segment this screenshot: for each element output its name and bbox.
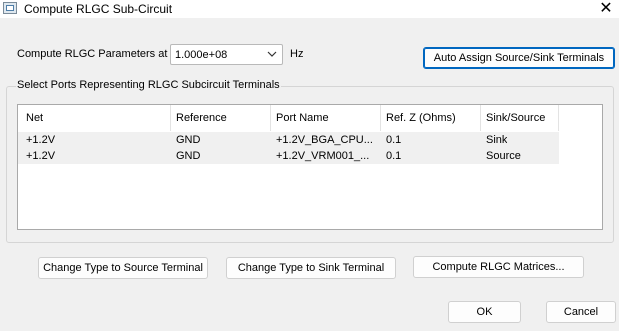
cell-net: +1.2V — [26, 150, 56, 162]
column-divider — [480, 105, 481, 131]
ports-table[interactable]: Net Reference Port Name Ref. Z (Ohms) Si… — [17, 104, 603, 230]
ports-group-title: Select Ports Representing RLGC Subcircui… — [16, 79, 281, 91]
table-row[interactable]: +1.2V GND +1.2V_VRM001_... 0.1 Source — [18, 148, 559, 164]
chevron-down-icon — [267, 51, 277, 57]
cell-port-name: +1.2V_BGA_CPU... — [276, 134, 373, 146]
column-header-reference[interactable]: Reference — [176, 112, 227, 124]
cell-reference: GND — [176, 134, 201, 146]
column-divider — [380, 105, 381, 131]
cell-sink-source: Source — [486, 150, 521, 162]
compute-rlgc-button[interactable]: Compute RLGC Matrices... — [413, 256, 584, 278]
column-header-net[interactable]: Net — [26, 112, 43, 124]
title-bar: Compute RLGC Sub-Circuit ✕ — [0, 0, 619, 18]
column-header-ref-z[interactable]: Ref. Z (Ohms) — [386, 112, 456, 124]
auto-assign-button[interactable]: Auto Assign Source/Sink Terminals — [423, 47, 615, 69]
table-header: Net Reference Port Name Ref. Z (Ohms) Si… — [18, 105, 559, 131]
cell-ref-z: 0.1 — [386, 150, 402, 162]
cell-ref-z: 0.1 — [386, 134, 402, 146]
window-icon — [3, 2, 17, 14]
change-to-sink-button[interactable]: Change Type to Sink Terminal — [226, 257, 396, 279]
column-header-port-name[interactable]: Port Name — [276, 112, 329, 124]
frequency-unit: Hz — [290, 48, 304, 60]
change-to-source-button[interactable]: Change Type to Source Terminal — [38, 257, 208, 279]
cell-net: +1.2V — [26, 134, 56, 146]
column-divider — [270, 105, 271, 131]
frequency-value: 1.000e+08 — [175, 49, 228, 61]
frequency-label: Compute RLGC Parameters at — [17, 48, 168, 60]
cell-reference: GND — [176, 150, 201, 162]
cell-sink-source: Sink — [486, 134, 508, 146]
window-title: Compute RLGC Sub-Circuit — [24, 2, 173, 16]
ok-button[interactable]: OK — [448, 301, 521, 323]
frequency-dropdown[interactable]: 1.000e+08 — [170, 44, 283, 65]
close-icon[interactable]: ✕ — [598, 0, 614, 16]
column-divider — [170, 105, 171, 131]
cell-port-name: +1.2V_VRM001_... — [276, 150, 370, 162]
column-header-sink-source[interactable]: Sink/Source — [486, 112, 545, 124]
table-row[interactable]: +1.2V GND +1.2V_BGA_CPU... 0.1 Sink — [18, 132, 559, 148]
cancel-button[interactable]: Cancel — [546, 301, 616, 323]
column-divider — [558, 105, 559, 131]
